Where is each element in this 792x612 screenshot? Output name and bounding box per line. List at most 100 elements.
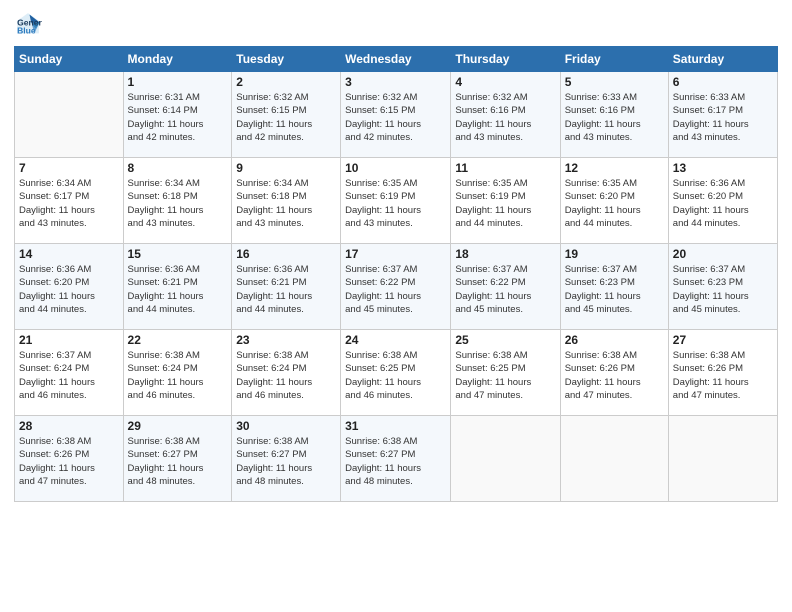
day-number: 21 [19, 333, 119, 347]
weekday-header: Friday [560, 47, 668, 72]
calendar-cell: 23 Sunrise: 6:38 AMSunset: 6:24 PMDayligh… [232, 330, 341, 416]
calendar-week-row: 14Sunrise: 6:36 AMSunset: 6:20 PMDayligh… [15, 244, 778, 330]
day-number: 1 [128, 75, 228, 89]
calendar-cell: 26 Sunrise: 6:38 AMSunset: 6:26 PMDayligh… [560, 330, 668, 416]
day-number: 6 [673, 75, 773, 89]
day-number: 30 [236, 419, 336, 433]
calendar-cell: 3 Sunrise: 6:32 AMSunset: 6:15 PMDaylight… [341, 72, 451, 158]
day-info: Sunrise: 6:33 AMSunset: 6:16 PMDaylight:… [565, 91, 664, 144]
day-number: 11 [455, 161, 555, 175]
day-info: Sunrise: 6:37 AMSunset: 6:22 PMDaylight:… [455, 263, 555, 316]
calendar-cell [15, 72, 124, 158]
day-info: Sunrise: 6:38 AMSunset: 6:27 PMDaylight:… [345, 435, 446, 488]
calendar-cell: 8 Sunrise: 6:34 AMSunset: 6:18 PMDaylight… [123, 158, 232, 244]
day-number: 28 [19, 419, 119, 433]
calendar-cell: 9 Sunrise: 6:34 AMSunset: 6:18 PMDaylight… [232, 158, 341, 244]
day-info: Sunrise: 6:38 AMSunset: 6:26 PMDaylight:… [673, 349, 773, 402]
calendar-cell: 27 Sunrise: 6:38 AMSunset: 6:26 PMDayligh… [668, 330, 777, 416]
day-info: Sunrise: 6:38 AMSunset: 6:24 PMDaylight:… [128, 349, 228, 402]
day-info: Sunrise: 6:37 AMSunset: 6:23 PMDaylight:… [565, 263, 664, 316]
weekday-header: Tuesday [232, 47, 341, 72]
calendar-cell: 5 Sunrise: 6:33 AMSunset: 6:16 PMDaylight… [560, 72, 668, 158]
calendar-cell: 18 Sunrise: 6:37 AMSunset: 6:22 PMDayligh… [451, 244, 560, 330]
day-number: 10 [345, 161, 446, 175]
weekday-header: Saturday [668, 47, 777, 72]
day-number: 2 [236, 75, 336, 89]
day-info: Sunrise: 6:32 AMSunset: 6:15 PMDaylight:… [236, 91, 336, 144]
day-number: 24 [345, 333, 446, 347]
calendar-cell: 31 Sunrise: 6:38 AMSunset: 6:27 PMDayligh… [341, 416, 451, 502]
day-number: 16 [236, 247, 336, 261]
day-info: Sunrise: 6:38 AMSunset: 6:26 PMDaylight:… [19, 435, 119, 488]
calendar-cell: 13Sunrise: 6:36 AMSunset: 6:20 PMDayligh… [668, 158, 777, 244]
day-number: 14 [19, 247, 119, 261]
calendar-week-row: 1 Sunrise: 6:31 AMSunset: 6:14 PMDaylight… [15, 72, 778, 158]
day-info: Sunrise: 6:32 AMSunset: 6:15 PMDaylight:… [345, 91, 446, 144]
day-info: Sunrise: 6:33 AMSunset: 6:17 PMDaylight:… [673, 91, 773, 144]
day-number: 29 [128, 419, 228, 433]
day-info: Sunrise: 6:38 AMSunset: 6:27 PMDaylight:… [128, 435, 228, 488]
day-number: 26 [565, 333, 664, 347]
day-number: 23 [236, 333, 336, 347]
day-number: 19 [565, 247, 664, 261]
day-info: Sunrise: 6:34 AMSunset: 6:17 PMDaylight:… [19, 177, 119, 230]
day-number: 3 [345, 75, 446, 89]
calendar-header: SundayMondayTuesdayWednesdayThursdayFrid… [15, 47, 778, 72]
calendar-cell: 17 Sunrise: 6:37 AMSunset: 6:22 PMDayligh… [341, 244, 451, 330]
calendar-cell: 6 Sunrise: 6:33 AMSunset: 6:17 PMDaylight… [668, 72, 777, 158]
logo: General Blue [14, 10, 48, 38]
calendar-cell: 14Sunrise: 6:36 AMSunset: 6:20 PMDayligh… [15, 244, 124, 330]
day-info: Sunrise: 6:38 AMSunset: 6:25 PMDaylight:… [345, 349, 446, 402]
day-number: 9 [236, 161, 336, 175]
calendar-cell: 22Sunrise: 6:38 AMSunset: 6:24 PMDayligh… [123, 330, 232, 416]
calendar-week-row: 21Sunrise: 6:37 AMSunset: 6:24 PMDayligh… [15, 330, 778, 416]
weekday-header: Thursday [451, 47, 560, 72]
calendar-cell: 24 Sunrise: 6:38 AMSunset: 6:25 PMDayligh… [341, 330, 451, 416]
day-info: Sunrise: 6:35 AMSunset: 6:20 PMDaylight:… [565, 177, 664, 230]
day-number: 4 [455, 75, 555, 89]
header: General Blue [14, 10, 778, 38]
calendar-cell: 2 Sunrise: 6:32 AMSunset: 6:15 PMDaylight… [232, 72, 341, 158]
calendar-cell: 16 Sunrise: 6:36 AMSunset: 6:21 PMDayligh… [232, 244, 341, 330]
calendar-table: SundayMondayTuesdayWednesdayThursdayFrid… [14, 46, 778, 502]
day-number: 20 [673, 247, 773, 261]
day-info: Sunrise: 6:34 AMSunset: 6:18 PMDaylight:… [128, 177, 228, 230]
day-number: 8 [128, 161, 228, 175]
day-info: Sunrise: 6:38 AMSunset: 6:27 PMDaylight:… [236, 435, 336, 488]
calendar-week-row: 7 Sunrise: 6:34 AMSunset: 6:17 PMDaylight… [15, 158, 778, 244]
day-number: 27 [673, 333, 773, 347]
day-info: Sunrise: 6:38 AMSunset: 6:24 PMDaylight:… [236, 349, 336, 402]
calendar-cell: 29 Sunrise: 6:38 AMSunset: 6:27 PMDayligh… [123, 416, 232, 502]
day-info: Sunrise: 6:35 AMSunset: 6:19 PMDaylight:… [455, 177, 555, 230]
day-info: Sunrise: 6:38 AMSunset: 6:26 PMDaylight:… [565, 349, 664, 402]
calendar-cell [560, 416, 668, 502]
calendar-cell: 21Sunrise: 6:37 AMSunset: 6:24 PMDayligh… [15, 330, 124, 416]
day-number: 31 [345, 419, 446, 433]
day-number: 17 [345, 247, 446, 261]
calendar-cell [451, 416, 560, 502]
day-number: 7 [19, 161, 119, 175]
calendar-cell: 4 Sunrise: 6:32 AMSunset: 6:16 PMDaylight… [451, 72, 560, 158]
day-info: Sunrise: 6:36 AMSunset: 6:21 PMDaylight:… [236, 263, 336, 316]
day-info: Sunrise: 6:34 AMSunset: 6:18 PMDaylight:… [236, 177, 336, 230]
calendar-cell: 20Sunrise: 6:37 AMSunset: 6:23 PMDayligh… [668, 244, 777, 330]
day-number: 5 [565, 75, 664, 89]
weekday-header: Monday [123, 47, 232, 72]
day-info: Sunrise: 6:32 AMSunset: 6:16 PMDaylight:… [455, 91, 555, 144]
day-number: 18 [455, 247, 555, 261]
day-number: 25 [455, 333, 555, 347]
day-info: Sunrise: 6:31 AMSunset: 6:14 PMDaylight:… [128, 91, 228, 144]
day-info: Sunrise: 6:36 AMSunset: 6:21 PMDaylight:… [128, 263, 228, 316]
page: General Blue SundayMondayTuesdayWednesda… [0, 0, 792, 612]
day-info: Sunrise: 6:37 AMSunset: 6:22 PMDaylight:… [345, 263, 446, 316]
logo-icon: General Blue [14, 10, 42, 38]
calendar-cell: 30 Sunrise: 6:38 AMSunset: 6:27 PMDayligh… [232, 416, 341, 502]
day-number: 12 [565, 161, 664, 175]
calendar-cell: 10 Sunrise: 6:35 AMSunset: 6:19 PMDayligh… [341, 158, 451, 244]
day-info: Sunrise: 6:35 AMSunset: 6:19 PMDaylight:… [345, 177, 446, 230]
day-info: Sunrise: 6:36 AMSunset: 6:20 PMDaylight:… [673, 177, 773, 230]
calendar-cell: 1 Sunrise: 6:31 AMSunset: 6:14 PMDaylight… [123, 72, 232, 158]
calendar-cell: 25Sunrise: 6:38 AMSunset: 6:25 PMDayligh… [451, 330, 560, 416]
calendar-cell [668, 416, 777, 502]
weekday-header: Sunday [15, 47, 124, 72]
